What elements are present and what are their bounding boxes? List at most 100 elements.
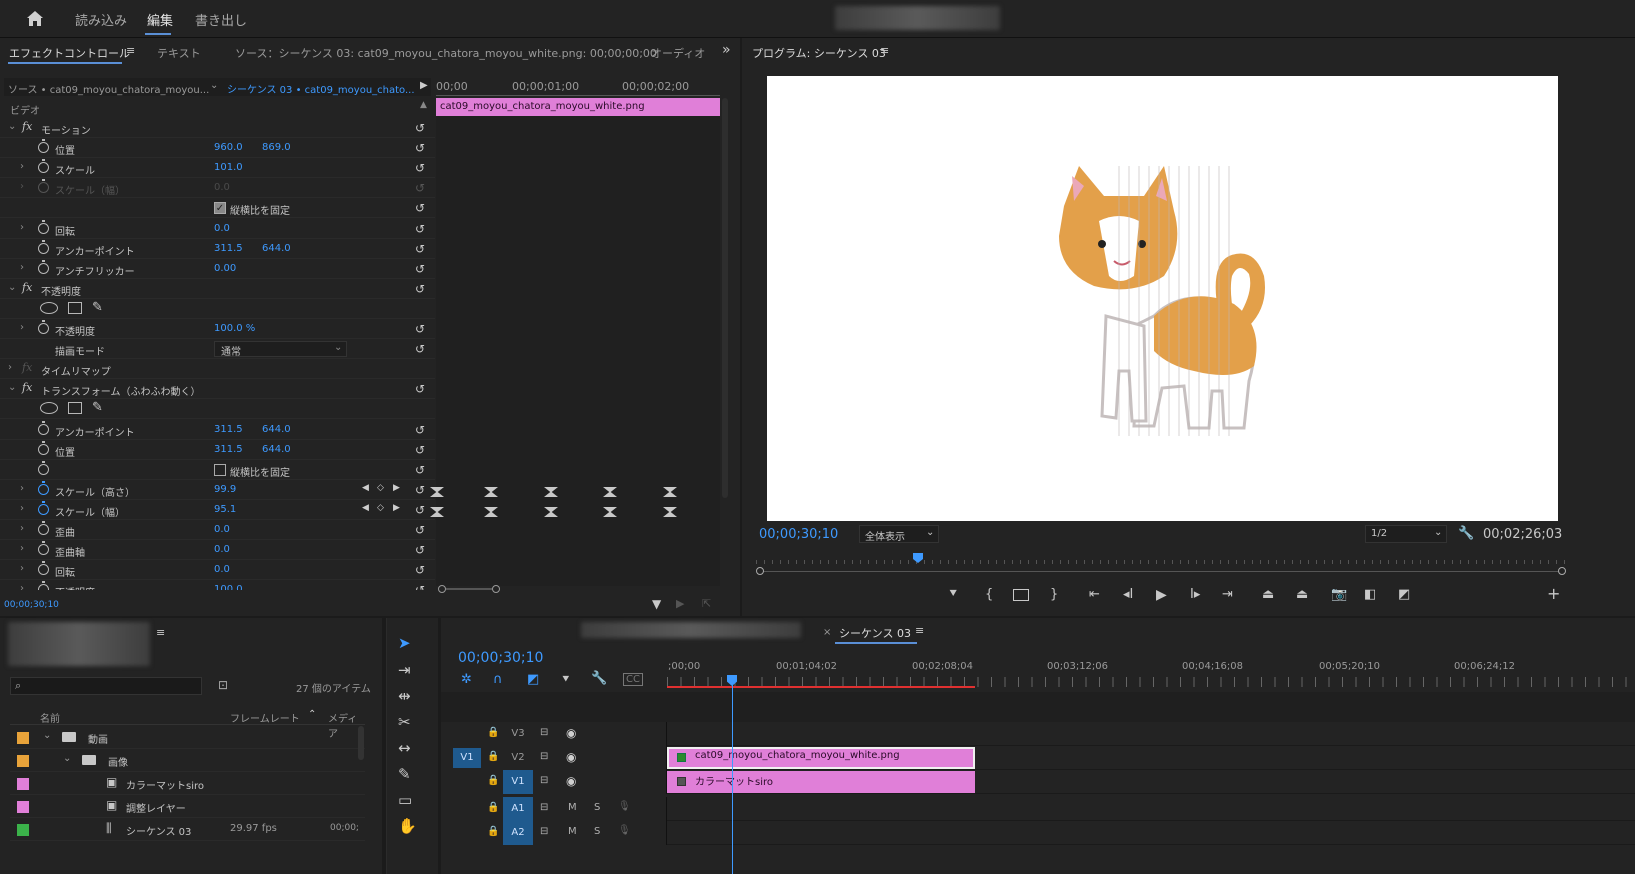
property-value[interactable]: 311.5 (214, 424, 243, 435)
reset-icon[interactable]: ↺ (415, 423, 425, 437)
reset-icon[interactable]: ↺ (415, 282, 425, 296)
nest-icon[interactable]: ✲ (461, 672, 472, 687)
effect-row[interactable]: ✎ (0, 399, 435, 420)
chevron-down-icon[interactable]: ⌄ (210, 80, 218, 91)
ellipse-mask-icon[interactable] (40, 301, 58, 314)
project-item[interactable]: ⌄ 動画 (10, 726, 365, 749)
timeline-clip-cat[interactable]: cat09_moyou_chatora_moyou_white.png (667, 747, 975, 769)
chevron-right-icon[interactable]: › (20, 483, 24, 494)
stopwatch-icon[interactable] (38, 159, 49, 174)
property-value-2[interactable]: 644.0 (262, 243, 291, 254)
keyframe-icon[interactable] (544, 487, 558, 497)
razor-tool-icon[interactable]: ✂ (398, 713, 411, 731)
stopwatch-icon[interactable] (38, 259, 49, 274)
stopwatch-icon[interactable] (38, 179, 49, 194)
effect-row[interactable]: 位置 311.5 644.0 ↺ (0, 440, 435, 460)
lock-icon[interactable]: 🔒 (487, 826, 499, 837)
prev-keyframe-icon[interactable]: ◀ (362, 483, 369, 493)
column-name[interactable]: 名前 (40, 710, 60, 725)
captions-icon[interactable]: CC (623, 673, 643, 686)
property-value[interactable]: 0.00 (214, 263, 236, 274)
effect-row[interactable]: › アンチフリッカー 0.00 ↺ (0, 259, 435, 279)
stopwatch-icon[interactable] (38, 541, 49, 556)
reset-icon[interactable]: ↺ (415, 382, 425, 396)
comparison-view-icon[interactable]: ◧ (1364, 587, 1376, 602)
fx-icon[interactable]: fx (22, 281, 32, 294)
fx-icon[interactable]: fx (22, 361, 32, 374)
reset-icon[interactable]: ↺ (415, 463, 425, 477)
chevron-right-icon[interactable]: › (20, 523, 24, 534)
keyframe-icon[interactable] (603, 507, 617, 517)
track-target[interactable]: A2 (503, 821, 533, 845)
stopwatch-icon[interactable] (38, 239, 49, 254)
chevron-down-icon[interactable]: ⌄ (8, 282, 16, 293)
chevron-down-icon[interactable]: ⌄ (43, 730, 51, 741)
play-button-icon[interactable]: ▶ (1156, 587, 1167, 603)
effect-row[interactable]: 縦横比を固定 ↺ (0, 460, 435, 480)
zoom-dropdown[interactable]: 全体表示 ⌄ (859, 525, 939, 543)
tab-sequence-03[interactable]: シーケンス 03 (839, 625, 911, 641)
ec-scrollbar[interactable] (722, 98, 728, 498)
play-clip-icon[interactable]: ▶ (420, 80, 428, 91)
project-item[interactable]: ▣ 調整レイヤー (10, 795, 365, 818)
reset-icon[interactable]: ↺ (415, 222, 425, 236)
new-bin-icon[interactable]: ⊡ (218, 678, 228, 692)
tab-effect-controls[interactable]: エフェクトコントロール (9, 45, 130, 61)
track-target[interactable]: V3 (503, 722, 533, 746)
chevron-down-icon[interactable]: › (8, 362, 12, 373)
microphone-icon[interactable]: 🎙 (618, 825, 631, 836)
panel-menu-icon[interactable]: ≡ (156, 626, 165, 639)
project-search-input[interactable]: ⌕ (10, 677, 202, 695)
effect-row[interactable]: › fx タイムリマップ (0, 359, 435, 380)
stopwatch-icon[interactable] (38, 320, 49, 334)
chevron-right-icon[interactable]: › (20, 222, 24, 233)
property-value[interactable]: 95.1 (214, 504, 236, 515)
sync-lock-icon[interactable]: ⊟ (540, 727, 548, 738)
camera-icon[interactable]: 📷 (1331, 587, 1347, 602)
snap-icon[interactable]: ∩ (493, 672, 503, 687)
solo-button[interactable]: S (594, 826, 600, 837)
chevron-right-icon[interactable]: › (20, 503, 24, 514)
keyframe-icon[interactable] (603, 487, 617, 497)
stopwatch-icon[interactable] (38, 420, 49, 435)
stopwatch-icon[interactable] (38, 581, 49, 590)
close-tab-icon[interactable]: × (823, 627, 831, 638)
resolution-dropdown[interactable]: 1/2 ⌄ (1365, 525, 1447, 543)
chevron-down-icon[interactable]: ⌄ (8, 121, 16, 132)
chevron-right-icon[interactable]: › (20, 583, 24, 590)
label-color-swatch[interactable] (17, 778, 29, 790)
effect-row[interactable]: アンカーポイント 311.5 644.0 ↺ (0, 239, 435, 259)
track-a2[interactable]: 🔒 A2 ⊟ M S 🎙 (441, 821, 1635, 845)
ellipse-mask-icon[interactable] (40, 402, 58, 415)
eye-icon[interactable]: ◉ (566, 726, 576, 740)
wrench-icon[interactable]: 🔧 (591, 671, 607, 686)
reset-icon[interactable]: ↺ (415, 181, 425, 195)
track-target[interactable]: V2 (503, 746, 533, 770)
panel-menu-icon[interactable]: ≡ (915, 624, 924, 637)
chevron-right-icon[interactable]: › (20, 161, 24, 172)
chevron-right-icon[interactable]: › (20, 543, 24, 554)
ec-timecode[interactable]: 00;00;30;10 (4, 600, 59, 610)
add-marker-icon[interactable]: ⯆ (948, 587, 958, 602)
sync-lock-icon[interactable]: ⊟ (540, 775, 548, 786)
solo-button[interactable]: S (594, 802, 600, 813)
timeline-clip-matte[interactable]: カラーマットsiro (667, 771, 975, 793)
ec-timeline-ruler[interactable]: 00;00 00;00;01;00 00;00;02;00 (436, 78, 720, 96)
reset-icon[interactable]: ↺ (415, 141, 425, 155)
pen-mask-icon[interactable]: ✎ (92, 300, 103, 315)
rectangle-mask-icon[interactable] (68, 301, 82, 314)
project-item[interactable]: ⌄ 画像 (10, 749, 365, 772)
property-value[interactable]: 0.0 (214, 182, 230, 193)
lock-aspect-checkbox[interactable] (214, 463, 226, 476)
effect-row[interactable]: › 不透明度 100.0 ↺ (0, 580, 435, 590)
property-value[interactable]: 311.5 (214, 444, 243, 455)
add-marker-icon[interactable]: ⯆ (561, 672, 571, 687)
program-monitor-title[interactable]: プログラム: シーケンス 03 (752, 45, 886, 61)
property-value-2[interactable]: 644.0 (262, 424, 291, 435)
chevron-right-icon[interactable]: › (20, 322, 24, 333)
effect-row[interactable]: 位置 960.0 869.0 ↺ (0, 138, 435, 159)
reset-icon[interactable]: ↺ (415, 563, 425, 577)
fx-icon[interactable]: fx (22, 120, 32, 133)
effect-row[interactable]: ⌄ fx モーション ↺ (0, 118, 435, 138)
more-panels-button[interactable]: » (722, 42, 731, 58)
